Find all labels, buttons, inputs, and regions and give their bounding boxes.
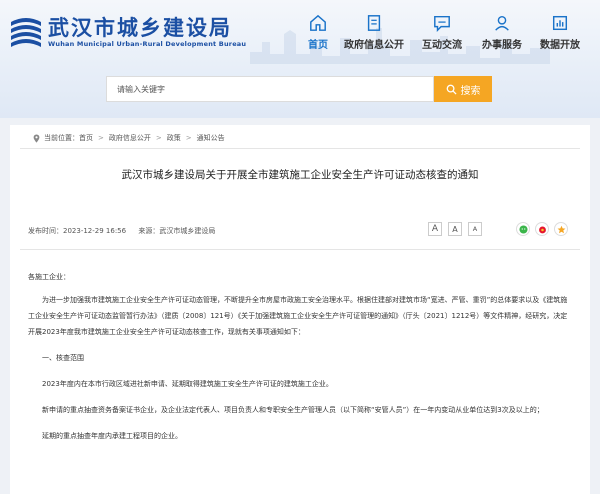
nav-services[interactable]: 办事服务 bbox=[470, 14, 534, 51]
search-box bbox=[106, 76, 434, 102]
nav-interaction[interactable]: 互动交流 bbox=[410, 14, 474, 51]
share-wechat-button[interactable] bbox=[516, 222, 530, 236]
wechat-icon bbox=[518, 224, 528, 234]
breadcrumb-separator: > bbox=[98, 134, 104, 142]
breadcrumb-item-home[interactable]: 首页 bbox=[79, 133, 93, 143]
font-small-button[interactable]: A bbox=[468, 222, 482, 236]
nav-gov-info[interactable]: 政府信息公开 bbox=[342, 14, 406, 51]
chat-icon bbox=[434, 15, 450, 32]
location-pin-icon bbox=[33, 133, 40, 143]
breadcrumb-item-notices[interactable]: 通知公告 bbox=[197, 133, 225, 143]
font-large-button[interactable]: A bbox=[428, 222, 442, 236]
nav-label: 互动交流 bbox=[422, 40, 462, 51]
home-icon bbox=[310, 14, 326, 31]
nav-label: 政府信息公开 bbox=[344, 40, 404, 51]
breadcrumb-item-gov-info[interactable]: 政府信息公开 bbox=[109, 133, 151, 143]
paragraph-scope: 2023年度内在本市行政区域进社新申请、延期取得建筑施工安全生产许可证的建筑施工… bbox=[42, 380, 333, 388]
site-title: 武汉市城乡建设局 bbox=[48, 16, 232, 40]
paragraph-greeting: 各施工企业： bbox=[28, 273, 70, 281]
search-button[interactable]: 搜索 bbox=[434, 76, 492, 102]
breadcrumb-prefix: 当前位置： bbox=[44, 134, 79, 142]
bureau-logo-icon bbox=[11, 18, 41, 47]
share-weibo-button[interactable] bbox=[535, 222, 549, 236]
article-source: 来源：武汉市城乡建设局 bbox=[138, 227, 216, 235]
share-qzone-button[interactable] bbox=[554, 222, 568, 236]
nav-label: 办事服务 bbox=[482, 40, 522, 51]
breadcrumb-item-policy[interactable]: 政策 bbox=[167, 133, 181, 143]
site-header: 武汉市城乡建设局 Wuhan Municipal Urban-Rural Dev… bbox=[0, 0, 600, 118]
article-body: 各施工企业： 为进一步加强我市建筑施工企业安全生产许可证动态管理，不断提升全市房… bbox=[28, 269, 573, 444]
nav-open-data[interactable]: 数据开放 bbox=[528, 14, 592, 51]
site-subtitle: Wuhan Municipal Urban-Rural Development … bbox=[48, 40, 247, 48]
paragraph-new-application: 新申请的重点抽查资务备案证书企业，及企业法定代表人、项目负责人和专职安全生产管理… bbox=[42, 406, 544, 414]
breadcrumb-separator: > bbox=[185, 134, 192, 142]
nav-label: 首页 bbox=[308, 40, 328, 51]
search-icon bbox=[446, 84, 457, 95]
article-card: 当前位置： 首页 > 政府信息公开 > 政策 > 通知公告 武汉市城乡建设局关于… bbox=[10, 125, 590, 494]
search-input[interactable] bbox=[107, 77, 433, 102]
search-button-label: 搜索 bbox=[460, 85, 481, 97]
qzone-icon bbox=[557, 225, 565, 233]
paragraph-renewal: 延期的重点抽查年度内承建工程项目的企业。 bbox=[42, 432, 182, 440]
service-icon bbox=[495, 15, 509, 31]
divider bbox=[20, 249, 580, 250]
section-heading: 一、核查范围 bbox=[42, 354, 84, 362]
font-medium-button[interactable]: A bbox=[448, 222, 462, 236]
chart-icon bbox=[552, 15, 568, 31]
paragraph-intro: 为进一步加强我市建筑施工企业安全生产许可证动态管理，不断提升全市房屋市政施工安全… bbox=[28, 296, 568, 336]
font-size-controls: A A A bbox=[428, 222, 482, 236]
publish-time: 发布时间：2023-12-29 16:56 bbox=[28, 227, 127, 235]
divider bbox=[20, 148, 580, 149]
breadcrumb: 当前位置： 首页 > 政府信息公开 > 政策 > 通知公告 bbox=[32, 133, 225, 143]
nav-home[interactable]: 首页 bbox=[286, 14, 350, 51]
document-icon bbox=[367, 15, 381, 31]
article-title: 武汉市城乡建设局关于开展全市建筑施工企业安全生产许可证动态核查的通知 bbox=[121, 169, 479, 181]
nav-label: 数据开放 bbox=[540, 40, 580, 51]
breadcrumb-separator: > bbox=[155, 134, 162, 142]
weibo-icon bbox=[538, 226, 546, 233]
article-meta: 发布时间：2023-12-29 16:56 来源：武汉市城乡建设局 bbox=[28, 226, 215, 236]
share-buttons bbox=[516, 222, 568, 236]
